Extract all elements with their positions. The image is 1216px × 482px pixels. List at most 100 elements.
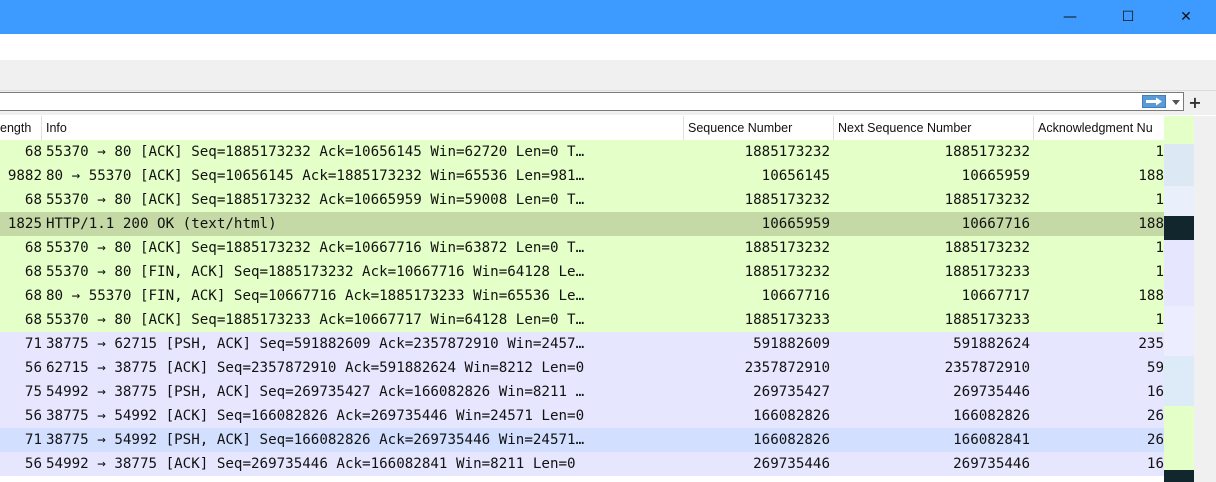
plus-icon: + [1188,92,1202,112]
cell-next-sequence-number: 10667716 [961,216,1030,232]
cell-next-sequence-number: 1885173233 [944,312,1030,328]
maximize-button[interactable]: ☐ [1102,0,1154,34]
cell-sequence-number: 1885173233 [744,312,830,328]
packet-row[interactable]: 56 38775 → 54992 [ACK] Seq=166082826 Ack=… [0,404,1164,428]
packet-minimap[interactable] [1164,116,1194,482]
cell-acknowledgment-number: 1 [1155,312,1164,328]
maximize-icon: ☐ [1121,9,1135,25]
column-header-acknowledgment-number[interactable]: Acknowledgment Nu [1034,116,1164,140]
cell-length: 71 [24,336,42,352]
cell-info: 80 → 55370 [ACK] Seq=10656145 Ack=188517… [46,168,585,184]
cell-length: 68 [24,192,42,208]
close-button[interactable]: ✕ [1160,0,1212,34]
cell-length: 56 [24,408,42,424]
cell-acknowledgment-number: 1 [1155,144,1164,160]
packet-row[interactable]: 1825 HTTP/1.1 200 OK (text/html) 10665959 1… [0,212,1164,236]
packet-row[interactable]: 9882 80 → 55370 [ACK] Seq=10656145 Ack=18… [0,164,1164,188]
minimize-icon: — [1063,9,1077,25]
cell-sequence-number: 1885173232 [744,192,830,208]
minimap-segment [1164,406,1194,470]
column-header-next-sequence-number[interactable]: Next Sequence Number [834,116,1034,140]
minimap-segment [1164,306,1194,356]
cell-acknowledgment-number: 1 [1155,264,1164,280]
display-filter-bar: + [0,91,1216,115]
cell-sequence-number: 166082826 [753,408,830,424]
cell-length: 1825 [7,216,42,232]
cell-length: 9882 [7,168,42,184]
cell-acknowledgment-number: 188 [1138,168,1164,184]
packet-row[interactable]: 71 38775 → 54992 [PSH, ACK] Seq=166082826… [0,428,1164,452]
cell-sequence-number: 1885173232 [744,240,830,256]
cell-acknowledgment-number: 188 [1138,216,1164,232]
packet-row[interactable]: 68 55370 → 80 [ACK] Seq=1885173232 Ack=10… [0,188,1164,212]
minimap-segment [1164,186,1194,216]
cell-info: 55370 → 80 [ACK] Seq=1885173233 Ack=1066… [46,312,585,328]
cell-next-sequence-number: 166082826 [953,408,1030,424]
packet-row[interactable]: 56 54992 → 38775 [ACK] Seq=269735446 Ack=… [0,452,1164,476]
minimap-segment [1164,356,1194,406]
packet-row[interactable]: 68 55370 → 80 [ACK] Seq=1885173232 Ack=10… [0,236,1164,260]
cell-sequence-number: 10665959 [761,216,830,232]
cell-sequence-number: 269735427 [753,384,830,400]
cell-next-sequence-number: 166082841 [953,432,1030,448]
minimize-button[interactable]: — [1044,0,1096,34]
cell-info: 55370 → 80 [FIN, ACK] Seq=1885173232 Ack… [46,264,585,280]
cell-acknowledgment-number: 1 [1155,240,1164,256]
cell-acknowledgment-number: 16 [1146,384,1164,400]
packet-row[interactable]: 68 55370 → 80 [ACK] Seq=1885173233 Ack=10… [0,308,1164,332]
display-filter-input[interactable] [0,92,1184,111]
add-filter-button[interactable]: + [1187,92,1203,112]
main-toolbar [0,60,1216,91]
packet-row[interactable]: 56 62715 → 38775 [ACK] Seq=2357872910 Ack… [0,356,1164,380]
cell-acknowledgment-number: 26 [1146,408,1164,424]
cell-next-sequence-number: 269735446 [953,456,1030,472]
cell-sequence-number: 1885173232 [744,264,830,280]
cell-next-sequence-number: 591882624 [953,336,1030,352]
cell-acknowledgment-number: 59 [1146,360,1164,376]
scrollbar-gutter [1194,116,1216,482]
cell-info: HTTP/1.1 200 OK (text/html) [46,216,277,232]
packet-row[interactable]: 71 38775 → 62715 [PSH, ACK] Seq=591882609… [0,332,1164,356]
packet-row[interactable]: 68 55370 → 80 [ACK] Seq=1885173232 Ack=10… [0,140,1164,164]
cell-info: 55370 → 80 [ACK] Seq=1885173232 Ack=1065… [46,144,585,160]
cell-length: 68 [24,264,42,280]
cell-info: 80 → 55370 [FIN, ACK] Seq=10667716 Ack=1… [46,288,585,304]
column-header-sequence-number[interactable]: Sequence Number [684,116,834,140]
packet-row[interactable]: 68 80 → 55370 [FIN, ACK] Seq=10667716 Ack… [0,284,1164,308]
menu-bar [0,34,1216,60]
cell-info: 55370 → 80 [ACK] Seq=1885173232 Ack=1066… [46,240,585,256]
filter-history-dropdown[interactable] [1170,95,1182,109]
column-header-length[interactable]: ength [0,116,42,140]
cell-info: 62715 → 38775 [ACK] Seq=2357872910 Ack=5… [46,360,585,376]
cell-length: 68 [24,144,42,160]
cell-length: 68 [24,288,42,304]
minimap-segment [1164,470,1194,482]
minimap-segment [1164,216,1194,240]
cell-info: 54992 → 38775 [PSH, ACK] Seq=269735427 A… [46,384,585,400]
arrow-right-icon [1146,97,1162,106]
cell-length: 71 [24,432,42,448]
cell-sequence-number: 1885173232 [744,144,830,160]
cell-length: 56 [24,456,42,472]
cell-sequence-number: 269735446 [753,456,830,472]
cell-acknowledgment-number: 1 [1155,192,1164,208]
packet-row[interactable]: 68 55370 → 80 [FIN, ACK] Seq=1885173232 A… [0,260,1164,284]
minimap-segment [1164,116,1194,144]
cell-info: 55370 → 80 [ACK] Seq=1885173232 Ack=1066… [46,192,585,208]
cell-next-sequence-number: 1885173232 [944,192,1030,208]
minimap-segment [1164,240,1194,306]
apply-filter-button[interactable] [1142,95,1166,108]
column-header-info[interactable]: Info [42,116,684,140]
cell-sequence-number: 10667716 [761,288,830,304]
minimap-segment [1164,144,1194,186]
title-bar: — ☐ ✕ [0,0,1216,34]
cell-info: 38775 → 62715 [PSH, ACK] Seq=591882609 A… [46,336,585,352]
cell-info: 38775 → 54992 [ACK] Seq=166082826 Ack=26… [46,408,585,424]
cell-length: 68 [24,312,42,328]
cell-info: 38775 → 54992 [PSH, ACK] Seq=166082826 A… [46,432,585,448]
packet-row[interactable]: 75 54992 → 38775 [PSH, ACK] Seq=269735427… [0,380,1164,404]
packet-list: 68 55370 → 80 [ACK] Seq=1885173232 Ack=10… [0,140,1164,482]
cell-next-sequence-number: 10667717 [961,288,1030,304]
cell-sequence-number: 10656145 [761,168,830,184]
chevron-down-icon [1172,99,1180,105]
